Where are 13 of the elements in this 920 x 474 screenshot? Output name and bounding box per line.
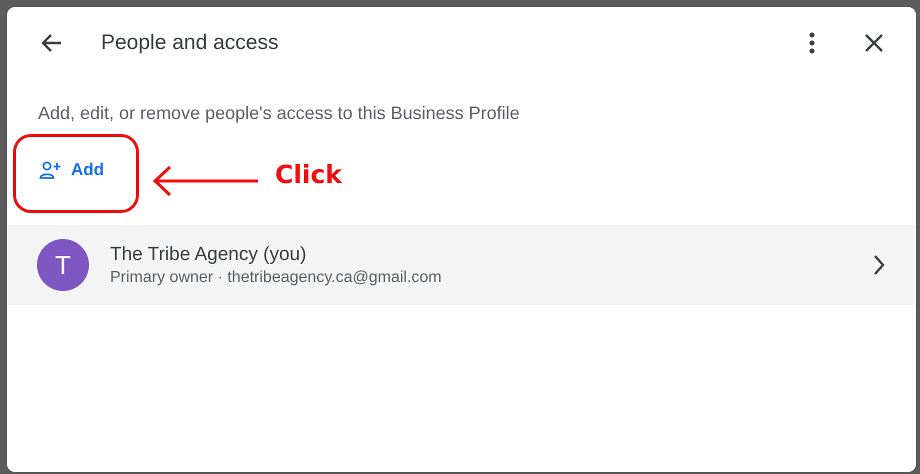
back-arrow-icon — [40, 33, 62, 53]
avatar: T — [37, 239, 89, 291]
annotation-label: Click — [275, 160, 342, 189]
description-text: Add, edit, or remove people's access to this Business Profile — [38, 103, 521, 124]
member-row[interactable]: T The Tribe Agency (you) Primary owner · thetribeagency.ca@gmail.com — [7, 225, 916, 305]
close-icon — [864, 33, 884, 53]
add-person-icon — [39, 161, 61, 179]
member-detail: Primary owner · thetribeagency.ca@gmail.com — [110, 268, 443, 286]
dialog-title: People and access — [101, 31, 280, 55]
add-button[interactable]: Add — [31, 150, 112, 190]
member-name: The Tribe Agency (you) — [110, 244, 308, 266]
chevron-right-icon — [872, 254, 886, 276]
more-vert-icon — [809, 32, 815, 54]
